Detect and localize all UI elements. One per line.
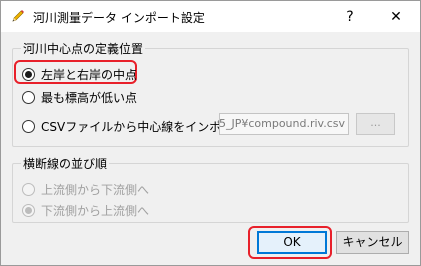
radio-label: CSVファイルから中心線をインポート [41,120,246,134]
radio-button[interactable] [22,120,35,133]
help-button[interactable]: ? [327,1,373,32]
browse-button[interactable]: ... [356,113,395,135]
pencil-icon [12,10,24,22]
cross-section-order-group-title: 横断線の並び順 [21,155,110,172]
title-bar: 河川測量データ インポート設定 ? ✕ [1,1,420,32]
close-button[interactable]: ✕ [373,1,419,32]
radio-label: 左岸と右岸の中点 [41,68,138,82]
radio-button[interactable] [22,204,35,217]
radio-button[interactable] [22,68,35,81]
window-title: 河川測量データ インポート設定 [33,11,205,25]
radio-label: 下流側から上流側へ [41,204,150,218]
radio-button[interactable] [22,183,35,196]
radio-lowest-point[interactable]: 最も標高が低い点 [22,89,137,106]
ok-button[interactable]: OK [257,231,327,254]
center-point-group-title: 河川中心点の定義位置 [21,40,146,57]
radio-upstream-to-downstream[interactable]: 上流側から下流側へ [22,181,149,198]
radio-midpoint[interactable]: 左岸と右岸の中点 [22,66,137,83]
radio-button[interactable] [22,91,35,104]
dialog-window: 河川測量データ インポート設定 ? ✕ 河川中心点の定義位置 左岸と右岸の中点 … [0,0,421,266]
csv-path-field[interactable]: x5_JP¥compound.riv.csv [219,113,349,135]
radio-label: 最も標高が低い点 [41,91,138,105]
radio-downstream-to-upstream[interactable]: 下流側から上流側へ [22,202,149,219]
radio-label: 上流側から下流側へ [41,183,150,197]
cancel-button[interactable]: キャンセル [336,231,409,254]
radio-import-csv[interactable]: CSVファイルから中心線をインポート [22,118,245,135]
